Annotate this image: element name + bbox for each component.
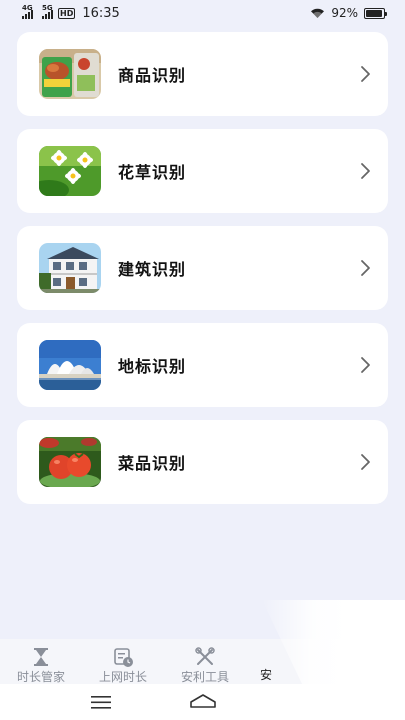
- tab-label: 上网时长: [98, 670, 147, 684]
- building-photo-image: [39, 243, 101, 293]
- network-type-1: 4G: [22, 3, 33, 12]
- card-dish-recognition[interactable]: 菜品识别: [17, 420, 388, 504]
- landmark-photo: [39, 340, 101, 390]
- tools-icon: [195, 647, 215, 665]
- chevron-right-icon: [361, 163, 370, 179]
- flower-photo: [39, 146, 101, 196]
- flower-photo-image: [39, 146, 101, 196]
- status-right: 92%: [310, 6, 387, 20]
- wifi-icon: [311, 8, 325, 18]
- signal-4g-icon: 4G: [22, 3, 33, 19]
- tab-duration-manager[interactable]: 时长管家: [0, 639, 82, 685]
- battery-icon: [364, 7, 387, 19]
- recognition-list: 商品识别 花草识别 建筑识别 地标识别 菜品识别: [17, 32, 388, 517]
- card-building-recognition[interactable]: 建筑识别: [17, 226, 388, 310]
- card-label: 建筑识别: [118, 260, 187, 279]
- chevron-right-icon: [361, 66, 370, 82]
- signal-5g-icon: 5G: [42, 3, 53, 19]
- status-bar: 4G 5G HD 16:35 92%: [0, 0, 405, 26]
- card-label: 花草识别: [118, 163, 187, 182]
- clock: 16:35: [82, 5, 120, 21]
- card-label: 商品识别: [118, 66, 187, 85]
- menu-icon[interactable]: [90, 693, 112, 715]
- tab-label: 时长管家: [16, 670, 65, 684]
- chevron-right-icon: [361, 357, 370, 373]
- card-label: 菜品识别: [118, 454, 187, 473]
- card-flower-recognition[interactable]: 花草识别: [17, 129, 388, 213]
- tab-active-partial[interactable]: 安: [246, 639, 286, 683]
- tab-online-duration[interactable]: 上网时长: [82, 639, 164, 685]
- tab-label: 安利工具: [180, 670, 229, 684]
- card-landmark-recognition[interactable]: 地标识别: [17, 323, 388, 407]
- card-product-recognition[interactable]: 商品识别: [17, 32, 388, 116]
- product-photo: [39, 49, 101, 99]
- battery-percent: 92%: [331, 6, 358, 20]
- hourglass-icon: [34, 648, 48, 666]
- status-left: 4G 5G HD 16:35: [22, 3, 120, 21]
- card-label: 地标识别: [118, 357, 187, 376]
- vegetable-photo-image: [39, 437, 101, 487]
- landmark-photo-image: [39, 340, 101, 390]
- system-nav-bar: [0, 684, 405, 720]
- product-photo-image: [39, 49, 101, 99]
- tab-label: 安: [259, 668, 272, 682]
- network-type-2: 5G: [42, 3, 53, 12]
- chevron-right-icon: [361, 260, 370, 276]
- bottom-tab-bar: 时长管家 上网时长 安利工具 安: [0, 639, 405, 684]
- home-icon[interactable]: [189, 692, 217, 714]
- building-photo: [39, 243, 101, 293]
- hd-badge: HD: [58, 7, 76, 19]
- chevron-right-icon: [361, 454, 370, 470]
- tab-tools[interactable]: 安利工具: [164, 639, 246, 685]
- clock-doc-icon: [114, 648, 133, 667]
- vegetable-photo: [39, 437, 101, 487]
